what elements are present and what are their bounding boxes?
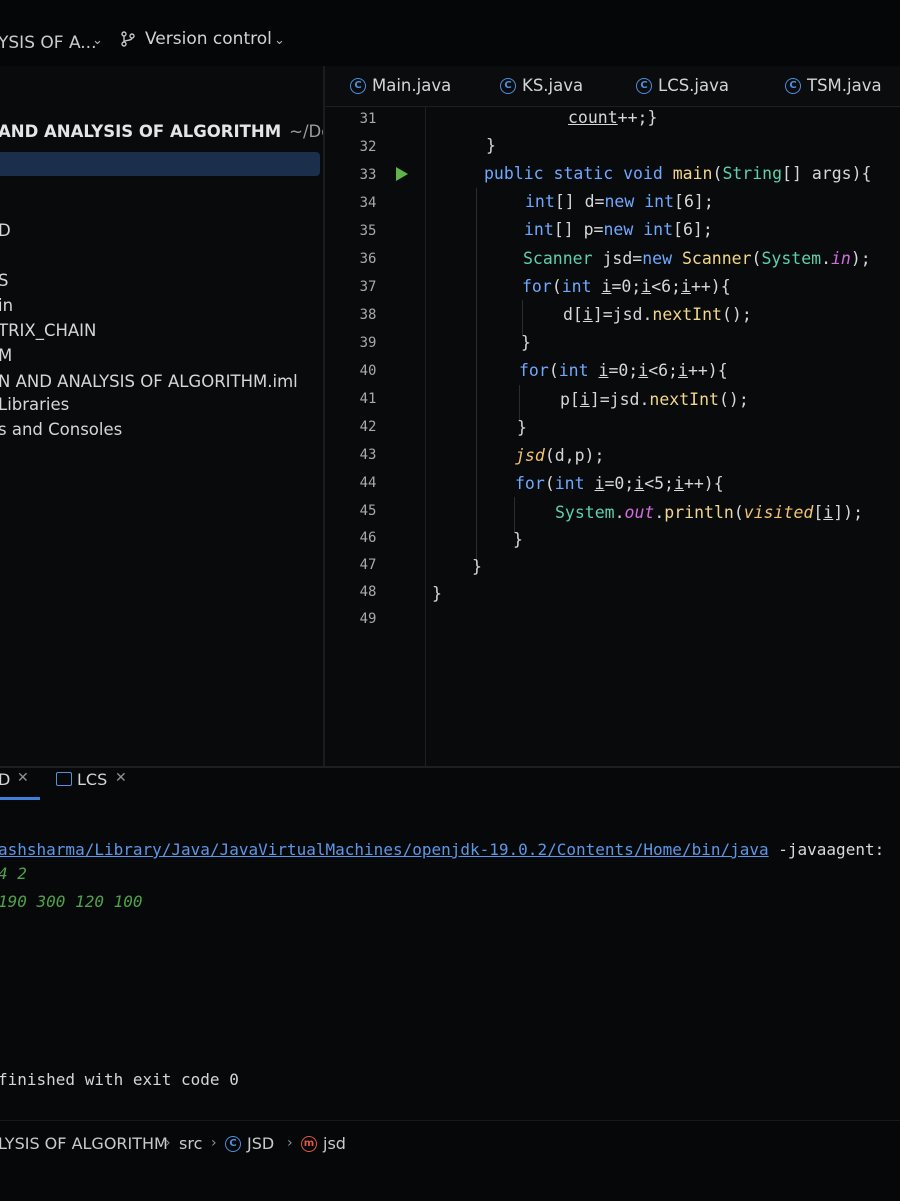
line-number: 40 — [359, 363, 377, 379]
console-output-line: 4 2 — [0, 864, 27, 883]
tab-label: KS.java — [522, 76, 584, 95]
line-number: 35 — [359, 223, 377, 239]
gutter-divider — [425, 107, 426, 767]
run-console — [0, 768, 900, 1120]
active-tab-indicator — [0, 797, 40, 800]
tab-tsm-java[interactable]: C TSM.java — [785, 76, 882, 95]
line-number: 39 — [359, 335, 377, 351]
line-number: 47 — [359, 557, 377, 573]
code-line-37: for(int i=0;i<6;i++){ — [522, 277, 731, 296]
breadcrumb-class-label: JSD — [247, 1134, 275, 1153]
chevron-down-icon[interactable]: ⌄ — [92, 33, 103, 48]
tree-item-libraries[interactable]: Libraries — [0, 395, 69, 414]
code-line-48: } — [432, 584, 442, 603]
breadcrumb-method-label: jsd — [323, 1134, 346, 1153]
code-line-46: } — [513, 530, 523, 549]
chevron-right-icon: › — [165, 1135, 171, 1151]
tab-lcs-java[interactable]: C LCS.java — [636, 76, 729, 95]
line-number: 49 — [359, 611, 377, 627]
chevron-right-icon: › — [211, 1135, 217, 1151]
code-line-41: p[i]=jsd.nextInt(); — [560, 390, 749, 409]
class-icon: C — [500, 77, 516, 94]
line-number: 31 — [359, 111, 377, 127]
close-icon[interactable]: ✕ — [115, 770, 127, 786]
line-number: 42 — [359, 419, 377, 435]
code-line-45: System.out.println(visited[i]); — [555, 503, 864, 522]
tree-item[interactable]: S — [0, 271, 8, 290]
tree-selection — [0, 152, 320, 176]
line-number: 44 — [359, 475, 377, 491]
java-path-link[interactable]: ashsharma/Library/Java/JavaVirtualMachin… — [0, 840, 769, 859]
branch-icon — [121, 31, 135, 51]
class-icon: C — [785, 77, 801, 94]
line-number: 41 — [359, 391, 377, 407]
tree-item[interactable]: D — [0, 221, 11, 240]
tree-item-iml[interactable]: N AND ANALYSIS OF ALGORITHM.iml — [0, 372, 298, 391]
line-number: 45 — [359, 503, 377, 519]
class-icon: C — [350, 77, 366, 94]
code-line-44: for(int i=0;i<5;i++){ — [515, 474, 724, 493]
code-line-40: for(int i=0;i<6;i++){ — [519, 361, 728, 380]
line-number: 37 — [359, 279, 377, 295]
code-line-42: } — [517, 418, 527, 437]
line-number: 36 — [359, 251, 377, 267]
title-bar: YSIS OF A... ⌄ Version control ⌄ — [0, 0, 900, 66]
version-control-menu[interactable]: Version control — [145, 29, 272, 49]
class-icon: C — [225, 1135, 241, 1152]
indent-guide — [522, 300, 523, 336]
run-gutter-icon[interactable] — [396, 167, 408, 181]
line-number: 43 — [359, 447, 377, 463]
console-icon — [56, 772, 72, 786]
close-icon[interactable]: ✕ — [17, 770, 29, 786]
line-number: 33 — [359, 167, 377, 183]
code-line-38: d[i]=jsd.nextInt(); — [563, 305, 752, 324]
tab-main-java[interactable]: C Main.java — [350, 76, 451, 95]
breadcrumb-src[interactable]: src — [179, 1134, 202, 1153]
line-number: 32 — [359, 139, 377, 155]
chevron-right-icon: › — [287, 1135, 293, 1151]
chevron-down-icon[interactable]: ⌄ — [274, 33, 285, 48]
project-name[interactable]: YSIS OF A... — [0, 33, 97, 53]
code-line-47: } — [472, 557, 482, 576]
tree-item-scratches[interactable]: s and Consoles — [0, 420, 122, 439]
console-output-line: 190 300 120 100 — [0, 892, 143, 911]
tree-item[interactable]: M — [0, 346, 12, 365]
breadcrumb-method[interactable]: m jsd — [301, 1134, 346, 1153]
code-line-31: count++;} — [568, 108, 658, 127]
code-line-35: int[] p=new int[6]; — [524, 220, 713, 239]
indent-guide — [476, 188, 477, 564]
method-icon: m — [301, 1135, 317, 1152]
line-number: 46 — [359, 530, 377, 546]
code-line-39: } — [521, 333, 531, 352]
class-icon: C — [636, 77, 652, 94]
breadcrumb-project[interactable]: LYSIS OF ALGORITHM — [0, 1134, 168, 1153]
tab-ks-java[interactable]: C KS.java — [500, 76, 583, 95]
tab-label: TSM.java — [807, 76, 882, 95]
code-line-32: } — [486, 136, 496, 155]
project-root-label: AND ANALYSIS OF ALGORITHM — [0, 122, 282, 141]
line-number: 38 — [359, 307, 377, 323]
process-exit-message: finished with exit code 0 — [0, 1070, 239, 1089]
console-command: ashsharma/Library/Java/JavaVirtualMachin… — [0, 840, 884, 859]
command-args: -javaagent: — [768, 840, 885, 859]
tree-item[interactable]: TRIX_CHAIN — [0, 321, 96, 340]
console-tab-jsd[interactable]: D — [0, 770, 10, 789]
breadcrumb-class[interactable]: C JSD — [225, 1134, 274, 1153]
project-root[interactable]: AND ANALYSIS OF ALGORITHM~/Deskto — [0, 122, 366, 141]
code-line-33: public static void main(String[] args){ — [484, 164, 872, 183]
line-number: 34 — [359, 195, 377, 211]
code-line-43: jsd(d,p); — [515, 446, 605, 465]
indent-guide — [519, 385, 520, 421]
status-bar — [0, 1120, 900, 1201]
code-line-34: int[] d=new int[6]; — [525, 192, 714, 211]
tab-label: LCS.java — [658, 76, 730, 95]
tab-label: Main.java — [372, 76, 452, 95]
code-line-36: Scanner jsd=new Scanner(System.in); — [523, 249, 871, 268]
tree-item[interactable]: in — [0, 296, 13, 315]
console-tab-lcs[interactable]: LCS — [77, 770, 107, 789]
indent-guide — [514, 497, 515, 533]
line-number: 48 — [359, 584, 377, 600]
